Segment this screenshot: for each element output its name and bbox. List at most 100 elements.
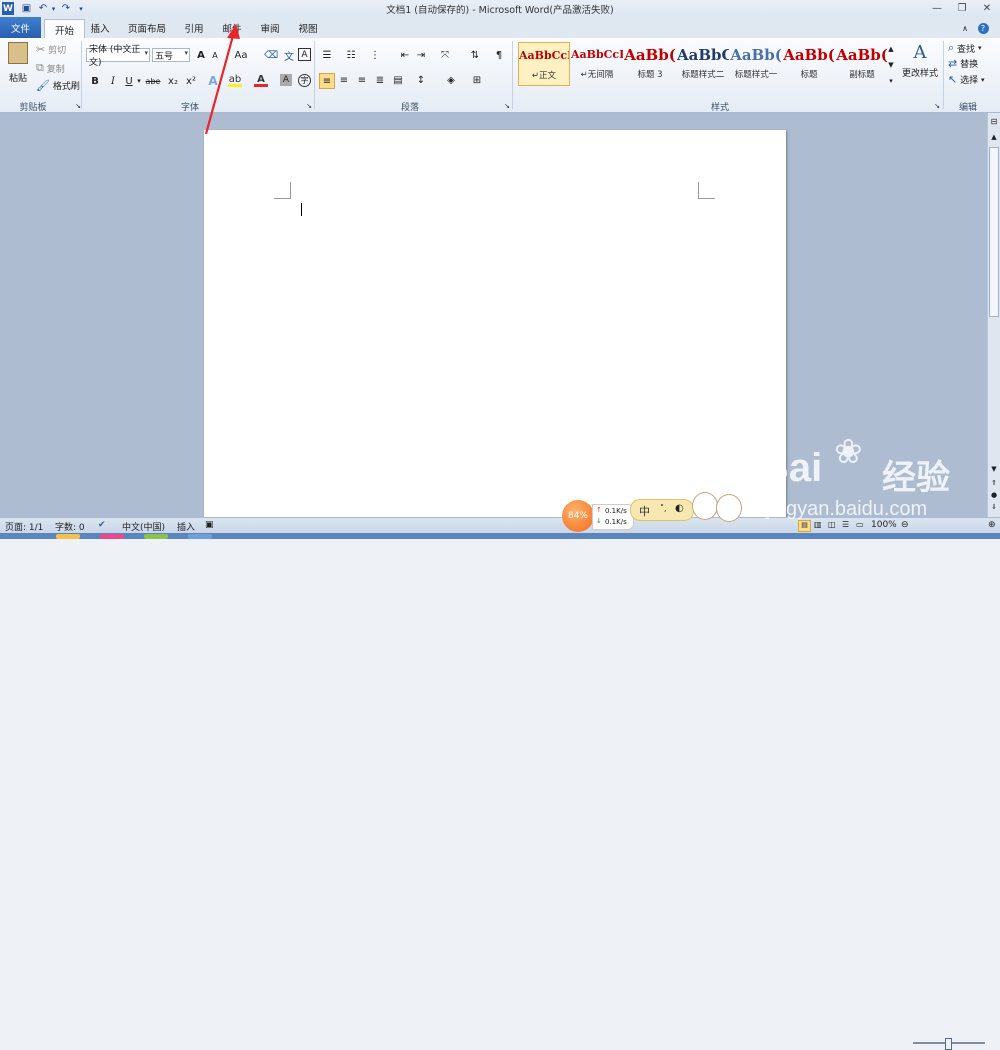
subscript-button[interactable]: x₂	[166, 74, 180, 88]
zoom-in-icon[interactable]: ⊕	[988, 520, 996, 530]
scroll-thumb[interactable]	[989, 147, 999, 317]
multilevel-list-icon[interactable]: ⋮	[368, 48, 382, 62]
chevron-down-icon[interactable]: ▾	[136, 74, 142, 88]
style-item[interactable]: AaBb(标题 3	[624, 42, 676, 86]
help-icon[interactable]: ?	[976, 19, 990, 37]
crop-mark-top-left	[274, 182, 291, 199]
next-page-icon[interactable]: ⇓	[989, 503, 999, 513]
word-count[interactable]: 字数: 0	[55, 520, 85, 533]
paste-icon	[8, 42, 28, 64]
crop-mark-top-right	[698, 182, 715, 199]
tab-file[interactable]: 文件	[0, 17, 41, 38]
network-speed-widget[interactable]: 84% ↑ 0.1K/s ↓ 0.1K/s	[562, 500, 634, 532]
restore-icon[interactable]: ❐	[952, 1, 972, 15]
sort-icon[interactable]: ⇅	[468, 48, 482, 62]
strikethrough-button[interactable]: abe	[144, 74, 162, 88]
page-count[interactable]: 页面: 1/1	[5, 520, 43, 533]
align-center-icon[interactable]: ≡	[337, 73, 351, 87]
scroll-up-icon[interactable]: ▲	[989, 133, 999, 143]
prev-page-icon[interactable]: ⇑	[989, 479, 999, 489]
find-label: 查找	[957, 44, 976, 55]
bold-button[interactable]: B	[88, 74, 102, 88]
scroll-down-icon[interactable]: ▼	[989, 465, 999, 475]
change-styles-button[interactable]: A 更改样式	[900, 42, 940, 79]
align-left-icon[interactable]: ≡	[319, 73, 335, 89]
superscript-button[interactable]: x²	[184, 74, 198, 88]
minimize-ribbon-icon[interactable]: ∧	[958, 19, 972, 37]
line-spacing-icon[interactable]: ↕	[414, 73, 428, 87]
select-button[interactable]: ↖ 选择 ▾	[948, 73, 985, 86]
enclose-char-icon[interactable]: 字	[298, 74, 311, 87]
find-button[interactable]: ⌕ 查找 ▾	[948, 41, 981, 55]
align-right-icon[interactable]: ≡	[355, 73, 369, 87]
style-item[interactable]: AaBbCcD ↵正文	[518, 42, 570, 86]
justify-icon[interactable]: ≣	[373, 73, 387, 87]
chinese-layout-icon[interactable]: ⤧	[438, 48, 452, 62]
font-color-icon[interactable]: A	[254, 74, 268, 87]
char-border-icon[interactable]: A	[298, 48, 311, 61]
increase-indent-icon[interactable]: ⇥	[414, 48, 428, 62]
font-name-combo[interactable]: 宋体 (中文正文) ▾	[86, 45, 150, 68]
decrease-indent-icon[interactable]: ⇤	[398, 48, 412, 62]
ruler-toggle-icon[interactable]: ⊟	[989, 117, 999, 127]
gallery-up-icon[interactable]: ▲	[884, 42, 898, 56]
format-painter-button[interactable]: 🖌 格式刷	[36, 79, 80, 92]
ime-toolbar[interactable]: 中 ˚, ◐	[630, 499, 694, 521]
copy-button[interactable]: ⧉ 复制	[36, 61, 65, 75]
minimize-icon[interactable]: —	[927, 1, 947, 15]
show-marks-icon[interactable]: ¶	[492, 48, 506, 62]
gallery-down-icon[interactable]: ▼	[884, 58, 898, 72]
replace-button[interactable]: ⇄ 替换	[948, 57, 978, 70]
tab-review[interactable]: 审阅	[256, 19, 284, 37]
char-shading-icon[interactable]: A	[280, 74, 292, 86]
shading-icon[interactable]: ◈	[444, 73, 458, 87]
speed-panel: ↑ 0.1K/s ↓ 0.1K/s	[592, 504, 634, 530]
tab-home[interactable]: 开始	[44, 19, 85, 39]
borders-icon[interactable]: ⊞	[470, 73, 484, 87]
tab-insert[interactable]: 插入	[86, 19, 114, 37]
half-width-icon[interactable]: ◐	[675, 503, 684, 514]
style-item[interactable]: AaBb(副标题	[836, 42, 888, 86]
style-item[interactable]: AaBbC(标题样式二	[677, 42, 729, 86]
taskbar-app-icon[interactable]	[188, 534, 212, 539]
distribute-icon[interactable]: ▤	[391, 73, 405, 87]
zoom-slider-thumb[interactable]	[945, 1038, 952, 1050]
style-name: 标题样式二	[681, 70, 725, 80]
phonetic-guide-icon[interactable]: 文	[282, 48, 296, 63]
numbering-icon[interactable]: ☷	[344, 48, 358, 62]
style-item[interactable]: AaBbCcD ↵无间隔	[571, 42, 623, 86]
speed-ball[interactable]: 84%	[562, 500, 594, 532]
browse-object-icon[interactable]: ●	[989, 491, 999, 501]
zoom-slider[interactable]	[913, 1038, 985, 1050]
document-page[interactable]	[204, 130, 786, 530]
taskbar-app-icon[interactable]	[56, 534, 80, 539]
clear-format-icon[interactable]: ⌫	[264, 48, 278, 62]
cut-button[interactable]: ✂ 剪切	[36, 43, 66, 56]
font-size-combo[interactable]: 五号 ▾	[152, 48, 190, 62]
tab-page-layout[interactable]: 页面布局	[124, 19, 170, 37]
underline-button[interactable]: U	[122, 74, 136, 88]
language-indicator[interactable]: 中文(中国)	[122, 520, 165, 533]
clipboard-launcher-icon[interactable]: ↘	[71, 99, 85, 113]
select-label: 选择	[960, 76, 979, 86]
tab-view[interactable]: 视图	[294, 19, 322, 37]
italic-button[interactable]: I	[106, 74, 120, 88]
ime-mode[interactable]: 中	[639, 503, 650, 519]
taskbar-app-icon[interactable]	[100, 534, 124, 539]
styles-launcher-icon[interactable]: ↘	[930, 99, 944, 113]
punctuation-icon[interactable]: ˚,	[660, 504, 667, 513]
os-taskbar	[0, 533, 1000, 539]
close-icon[interactable]: ✕	[977, 1, 997, 15]
macro-record-icon[interactable]: ▣	[205, 520, 214, 530]
vertical-scrollbar[interactable]: ⊟ ▲ ▼ ⇑ ● ⇓	[987, 113, 1000, 517]
taskbar-app-icon[interactable]	[144, 534, 168, 539]
style-item[interactable]: AaBb(标题	[783, 42, 835, 86]
bullets-icon[interactable]: ☰	[320, 48, 334, 62]
insert-mode[interactable]: 插入	[177, 520, 195, 533]
paste-button[interactable]: 粘贴	[4, 40, 32, 86]
proofing-icon[interactable]: ✔	[98, 520, 106, 530]
paragraph-mark-icon: ↵	[580, 70, 588, 80]
gallery-more-icon[interactable]: ▾	[884, 74, 898, 88]
style-item[interactable]: AaBb(标题样式一	[730, 42, 782, 86]
upload-arrow-icon: ↑	[596, 506, 602, 514]
